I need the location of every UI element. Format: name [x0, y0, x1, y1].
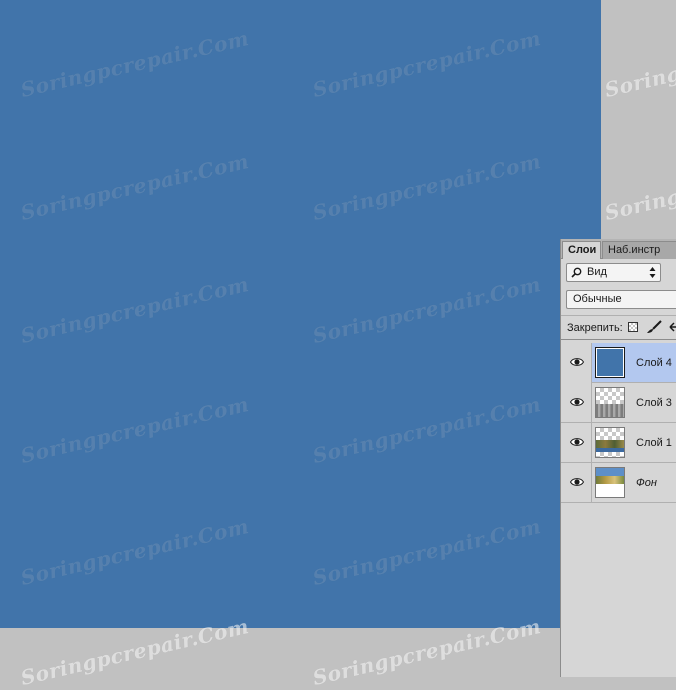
visibility-toggle[interactable]	[561, 463, 592, 503]
layer-thumbnail	[595, 387, 625, 418]
layer-thumbnail	[595, 467, 625, 498]
layer-name[interactable]: Слой 1	[636, 423, 672, 463]
visibility-toggle[interactable]	[561, 383, 592, 423]
lock-label: Закрепить:	[567, 322, 623, 334]
tab-layers[interactable]: Слои	[562, 241, 601, 259]
blend-mode-select[interactable]: Обычные	[566, 290, 676, 309]
layer-row-layer-3[interactable]: Слой 3	[561, 383, 676, 423]
document-canvas[interactable]	[0, 0, 601, 628]
layer-row-background[interactable]: Фон	[561, 463, 676, 503]
search-icon	[571, 267, 582, 278]
layers-list: Слой 4 Слой 3 Слой 1 Фон	[561, 343, 676, 503]
layer-row-layer-1[interactable]: Слой 1	[561, 423, 676, 463]
layer-name[interactable]: Фон	[636, 463, 657, 503]
up-down-arrows-icon	[649, 267, 656, 278]
layer-thumbnail	[595, 427, 625, 458]
watermark: Soringpcrepair.Com	[602, 149, 676, 225]
layer-row-layer-4[interactable]: Слой 4	[561, 343, 676, 383]
lock-position-icon[interactable]	[669, 321, 676, 333]
layers-panel: Слои Наб.инстр Вид Обычные Закрепить: Сл…	[560, 239, 676, 677]
visibility-toggle[interactable]	[561, 343, 592, 383]
eye-icon	[570, 398, 584, 406]
layer-filter-label: Вид	[587, 266, 607, 278]
panel-tab-bar: Слои Наб.инстр	[561, 239, 676, 259]
eye-icon	[570, 478, 584, 486]
layer-filter-select[interactable]: Вид	[566, 263, 661, 282]
lock-bar: Закрепить:	[561, 315, 676, 340]
lock-image-pixels-icon[interactable]	[646, 320, 662, 334]
layer-thumbnail	[595, 347, 625, 378]
watermark: Soringpcrepair.Com	[602, 26, 676, 102]
lock-transparent-pixels-icon[interactable]	[628, 322, 638, 332]
eye-icon	[570, 438, 584, 446]
layer-name[interactable]: Слой 4	[636, 343, 672, 383]
tab-tool-presets[interactable]: Наб.инстр	[602, 241, 676, 259]
visibility-toggle[interactable]	[561, 423, 592, 463]
eye-icon	[570, 358, 584, 366]
layer-name[interactable]: Слой 3	[636, 383, 672, 423]
